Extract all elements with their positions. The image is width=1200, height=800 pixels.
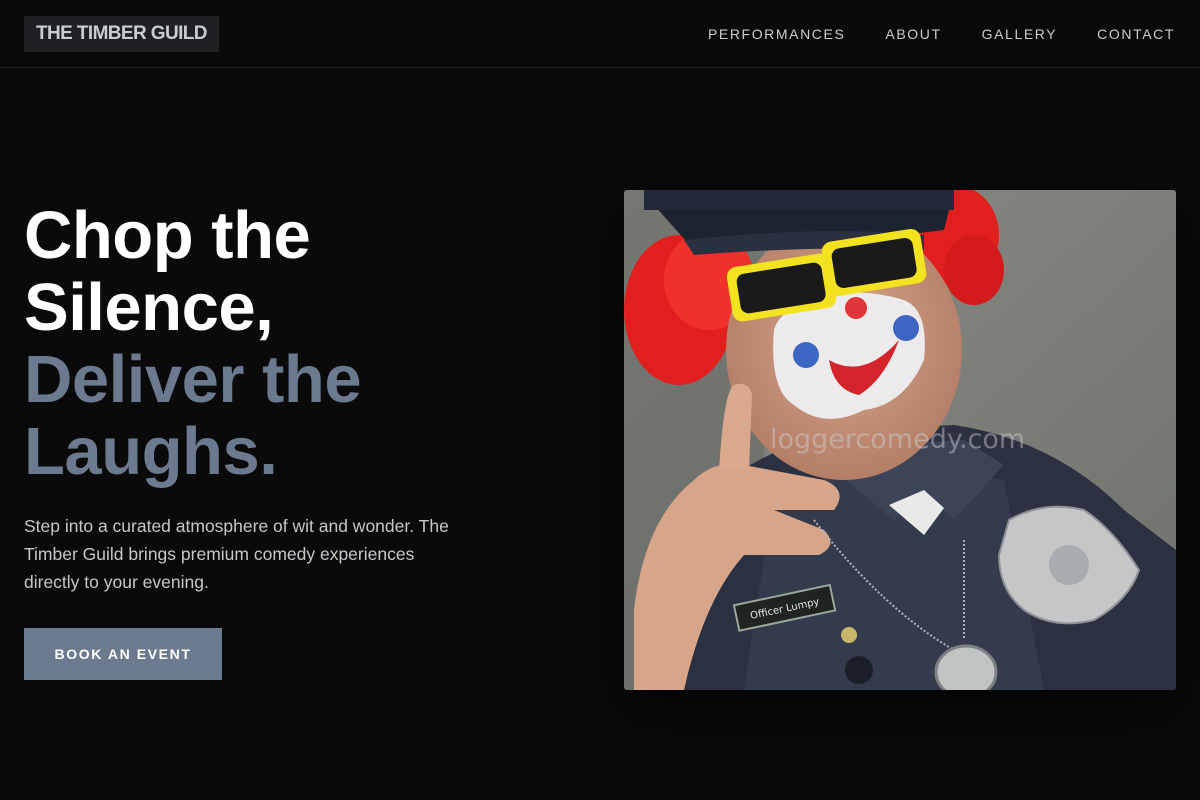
headline-line-1: Chop the — [24, 198, 311, 273]
nav-link-performances[interactable]: PERFORMANCES — [708, 26, 845, 42]
main-nav: PERFORMANCES ABOUT GALLERY CONTACT — [668, 0, 1175, 68]
nav-link-contact[interactable]: CONTACT — [1097, 26, 1175, 42]
hero-description: Step into a curated atmosphere of wit an… — [24, 516, 449, 592]
nav-link-about[interactable]: ABOUT — [885, 26, 941, 42]
headline-line-2: Silence, — [24, 270, 274, 345]
nav-link-gallery[interactable]: GALLERY — [982, 26, 1058, 42]
book-event-button[interactable]: BOOK AN EVENT — [24, 628, 222, 680]
hero-headline: Chop the Silence, Deliver the Laughs. — [24, 198, 362, 489]
headline-line-4: Laughs. — [24, 414, 278, 489]
headline-line-3: Deliver the — [24, 342, 362, 417]
photo-watermark: loggercomedy.com — [770, 424, 1026, 455]
site-logo[interactable]: THE TIMBER GUILD — [24, 16, 219, 52]
top-navigation-bar: THE TIMBER GUILD PERFORMANCES ABOUT GALL… — [0, 0, 1200, 68]
